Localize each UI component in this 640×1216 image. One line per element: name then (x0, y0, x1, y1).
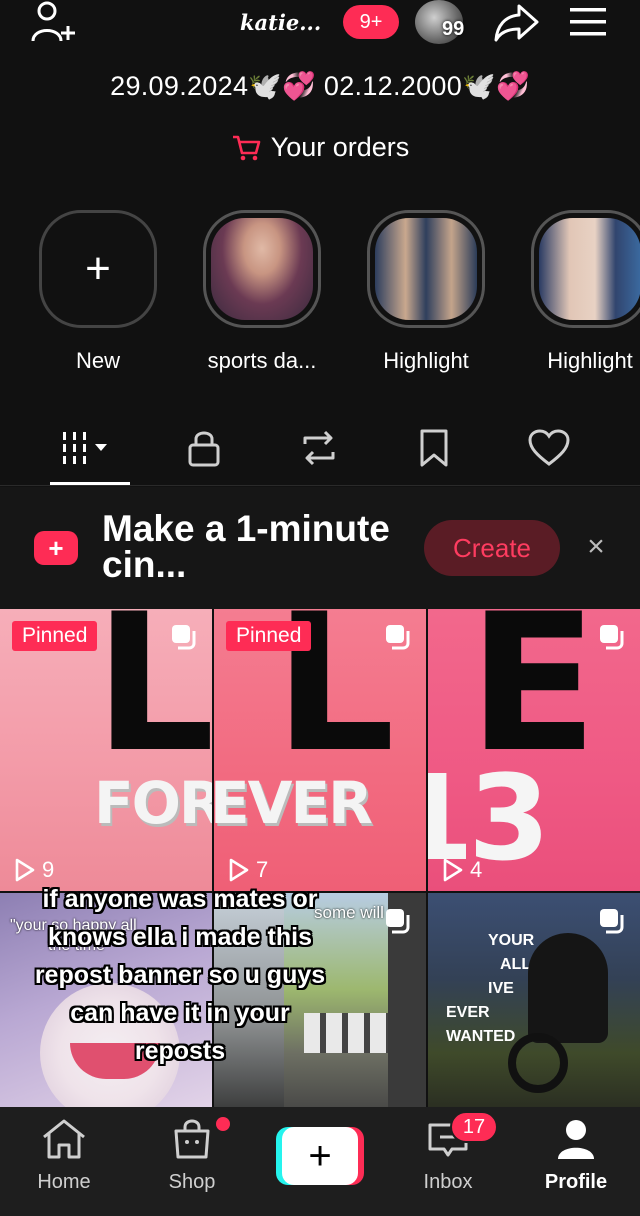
highlight-label: Highlight (383, 348, 469, 373)
video-tile[interactable]: L EVER Pinned 7 (214, 609, 426, 891)
highlight-label: New (75, 348, 120, 373)
bio: 29.09.2024🕊️💞 02.12.2000🕊️💞 (0, 70, 640, 102)
tab-reposts[interactable] (279, 422, 359, 474)
shop-notification-dot (216, 1117, 230, 1131)
multi-photo-icon (386, 909, 410, 934)
nav-home[interactable]: Home (14, 1117, 114, 1194)
tab-videos[interactable] (50, 422, 130, 474)
view-count: 4 (442, 857, 482, 883)
nav-profile[interactable]: Profile (526, 1117, 626, 1194)
thumbnail-rider (528, 933, 608, 1043)
tab-private[interactable] (164, 422, 244, 474)
profile-icon (558, 1120, 594, 1159)
multi-photo-icon (172, 625, 196, 650)
notification-badge[interactable]: 9+ (343, 5, 399, 39)
avatar-count: 99 (442, 18, 465, 40)
bio-text: 29.09.2024🕊️💞 02.12.2000🕊️💞 (110, 71, 530, 101)
inbox-badge: 17 (450, 1111, 498, 1143)
camera-plus-icon: + (34, 531, 78, 565)
nav-label: Home (37, 1171, 91, 1193)
multi-photo-icon (386, 625, 410, 650)
highlight-thumbnail (211, 218, 313, 320)
home-icon (43, 1119, 85, 1159)
lock-icon (188, 431, 220, 467)
username[interactable]: katie... (240, 10, 321, 35)
thumbnail-text: FOR (94, 769, 212, 837)
highlight-thumbnail (375, 218, 477, 320)
promo-title: Make a 1-minute cin... (102, 508, 390, 585)
nav-label: Profile (544, 1171, 608, 1193)
grid-icon (63, 432, 107, 464)
multi-photo-icon (600, 625, 624, 650)
cart-icon (232, 135, 261, 160)
story-highlights: + New sports da... Highlight Highlight (0, 210, 640, 380)
play-icon (443, 858, 463, 882)
your-orders-link[interactable]: Your orders (0, 132, 640, 163)
highlight-item[interactable]: sports da... (203, 210, 321, 374)
highlight-item[interactable]: Highlight (367, 210, 485, 374)
share-icon[interactable] (490, 0, 542, 44)
create-button[interactable]: Create (424, 520, 560, 576)
bottom-nav: Home Shop + Inbox 17 Profile (0, 1107, 640, 1216)
repost-icon (303, 430, 335, 466)
profile-tabs (0, 418, 640, 486)
plus-icon: + (282, 1127, 358, 1185)
play-icon (229, 858, 249, 882)
orders-label: Your orders (270, 132, 410, 162)
highlight-label: sports da... (207, 348, 317, 373)
thumbnail-caption: YOUR ALL IVE EVER WANTED (446, 932, 535, 1045)
create-post-button[interactable]: + (276, 1127, 364, 1185)
promo-banner: + Make a 1-minute cin... Create × (0, 487, 640, 609)
bookmark-icon (420, 429, 448, 467)
multi-photo-icon (600, 909, 624, 934)
top-bar: katie... 9+ 99 (0, 0, 640, 50)
tab-favorites[interactable] (394, 422, 474, 474)
nav-label: Shop (168, 1171, 216, 1193)
active-tab-indicator (50, 482, 130, 485)
thumbnail-letter: E (468, 609, 598, 794)
shopping-bag-icon (174, 1119, 210, 1159)
heart-icon (528, 429, 570, 466)
pinned-badge: Pinned (12, 621, 98, 651)
video-tile[interactable]: L FOR Pinned 9 (0, 609, 212, 891)
close-icon[interactable]: × (580, 530, 612, 563)
thumbnail-text: EVER (214, 769, 373, 837)
highlight-item[interactable]: Highlight (531, 210, 640, 374)
thumbnail-wheel (508, 1033, 568, 1093)
overlay-caption: if anyone was mates or knows ella i made… (34, 885, 326, 1065)
video-tile[interactable]: YOUR ALL IVE EVER WANTED (428, 893, 640, 1107)
tab-liked[interactable] (509, 422, 589, 474)
add-friend-icon[interactable] (24, 0, 80, 46)
video-tile[interactable]: E 13 4 (428, 609, 640, 891)
play-icon (15, 858, 35, 882)
highlight-label: Highlight (547, 348, 633, 373)
menu-icon[interactable] (562, 0, 614, 44)
nav-label: Inbox (423, 1171, 473, 1193)
plus-icon: + (85, 244, 111, 293)
pinned-badge: Pinned (226, 621, 312, 651)
highlight-thumbnail (539, 218, 640, 320)
highlight-new[interactable]: + New (39, 210, 157, 374)
